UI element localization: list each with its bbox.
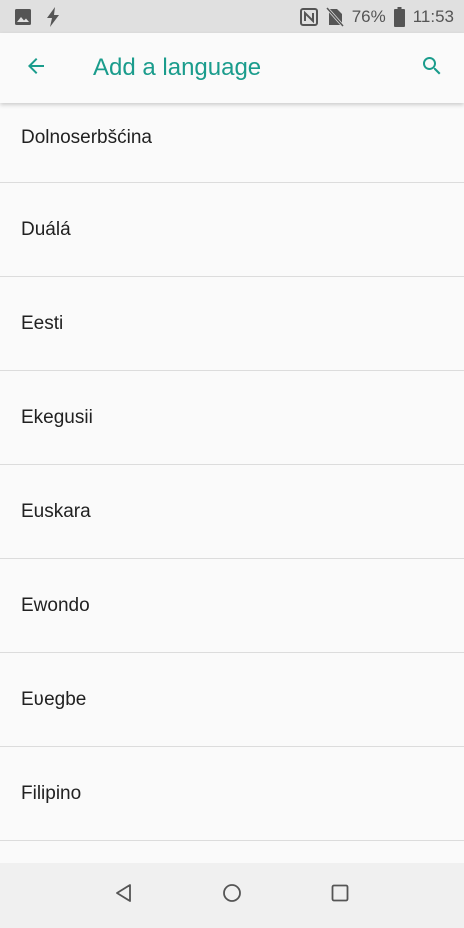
- language-list: Dolnoserbšćina Duálá Eesti Ekegusii Eusk…: [0, 103, 464, 863]
- clock: 11:53: [412, 6, 454, 26]
- list-item-label: Euskara: [21, 500, 91, 522]
- list-item-label: Dolnoserbšćina: [21, 126, 152, 148]
- arrow-left-icon: [24, 54, 48, 83]
- list-item[interactable]: Ewondo: [0, 559, 464, 653]
- list-item-label: Filipino: [21, 782, 82, 804]
- search-button[interactable]: [400, 33, 464, 103]
- status-right: 76% 11:53: [299, 6, 454, 27]
- nav-home-button[interactable]: [202, 866, 262, 926]
- list-item-label: Ewondo: [21, 594, 90, 616]
- list-item[interactable]: Duálá: [0, 183, 464, 277]
- list-item[interactable]: Euskara: [0, 465, 464, 559]
- app-bar: Add a language: [0, 33, 464, 103]
- battery-percent: 76%: [351, 6, 386, 26]
- status-bar: 76% 11:53: [0, 0, 464, 33]
- back-button[interactable]: [0, 33, 72, 103]
- navigation-bar: [0, 863, 464, 928]
- back-triangle-icon: [114, 883, 134, 908]
- list-item[interactable]: Filipino: [0, 747, 464, 841]
- nfc-icon: [299, 7, 318, 26]
- search-icon: [420, 54, 444, 83]
- nav-recents-button[interactable]: [310, 866, 370, 926]
- list-item[interactable]: Eesti: [0, 277, 464, 371]
- recents-square-icon: [330, 883, 350, 908]
- status-left: [14, 6, 60, 27]
- list-item[interactable]: Ekegusii: [0, 371, 464, 465]
- list-item[interactable]: Eʋegbe: [0, 653, 464, 747]
- list-item-label: Eʋegbe: [21, 688, 87, 710]
- nav-back-button[interactable]: [94, 866, 154, 926]
- list-item-label: Ekegusii: [21, 406, 93, 428]
- list-item-label: Duálá: [21, 218, 71, 240]
- no-sim-icon: [325, 6, 344, 27]
- flash-icon: [46, 6, 60, 27]
- list-item-label: Eesti: [21, 312, 64, 334]
- page-title: Add a language: [93, 54, 262, 81]
- home-circle-icon: [222, 883, 242, 908]
- image-icon: [14, 8, 32, 26]
- list-item[interactable]: Dolnoserbšćina: [0, 103, 464, 183]
- battery-icon: [393, 6, 405, 27]
